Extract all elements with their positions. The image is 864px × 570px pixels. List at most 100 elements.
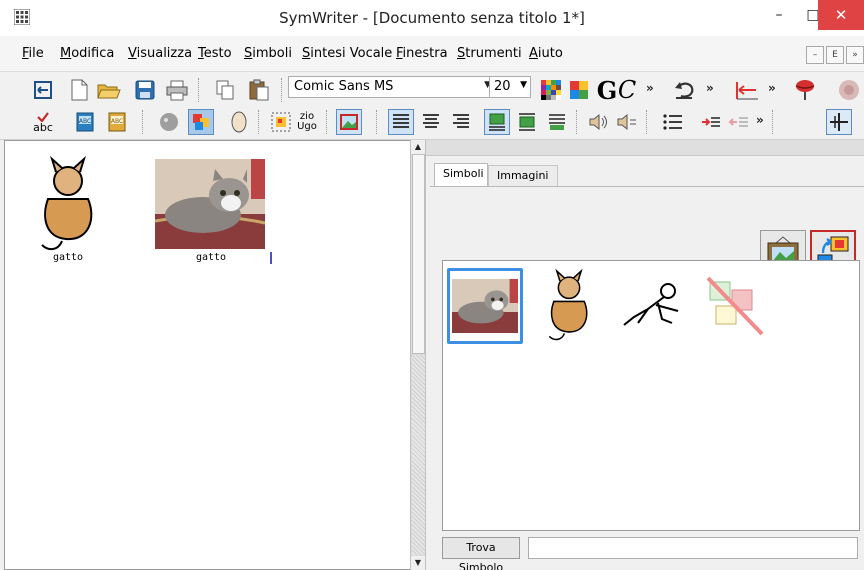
mdi-minimize-button[interactable]: – xyxy=(806,46,824,64)
toolbar-more-button[interactable]: » xyxy=(768,81,776,95)
checkmark-icon xyxy=(37,111,49,122)
symbol-above-icon[interactable] xyxy=(484,109,510,135)
tab-immagini[interactable]: Immagini xyxy=(488,165,558,187)
text-caret xyxy=(270,252,272,264)
align-left-icon[interactable] xyxy=(388,109,414,135)
menu-strumenti[interactable]: Strumenti xyxy=(457,46,522,61)
toolbar-separator xyxy=(646,110,647,134)
italic-button[interactable]: C xyxy=(614,76,640,104)
grey-head-icon[interactable] xyxy=(156,109,182,135)
document-scrollbar[interactable]: ▲ ▼ xyxy=(410,140,426,570)
align-right-icon[interactable] xyxy=(448,109,474,135)
spell-check-label: abc xyxy=(33,120,53,134)
toolbar-separator xyxy=(142,110,143,134)
symbol-choice-crawl[interactable] xyxy=(613,268,689,344)
main-toolbar: Comic Sans MS ▼ 20 ▼ G C » » » xyxy=(0,72,864,108)
scroll-up-icon[interactable]: ▲ xyxy=(411,140,425,154)
symbol-choice-cat[interactable] xyxy=(531,268,607,344)
symbol-colour-toggle-icon[interactable] xyxy=(188,109,214,135)
align-center-icon[interactable] xyxy=(418,109,444,135)
no-picture-icon xyxy=(706,276,764,336)
svg-text:ABC: ABC xyxy=(79,118,91,125)
menu-sintesi-vocale[interactable]: Sintesi Vocale xyxy=(302,46,392,61)
close-button[interactable]: ✕ xyxy=(818,0,864,30)
speaker-settings-icon[interactable] xyxy=(614,109,640,135)
picture-frame-icon[interactable] xyxy=(336,109,362,135)
speak-lips-icon[interactable] xyxy=(792,77,818,103)
symbol-choices-list[interactable] xyxy=(442,260,860,531)
oval-frame-icon[interactable] xyxy=(226,109,252,135)
speak-disabled-icon[interactable] xyxy=(836,77,862,103)
window-title: SymWriter - [Documento senza titolo 1*] xyxy=(279,9,585,27)
find-symbol-button[interactable]: Trova Simbolo xyxy=(442,537,520,570)
spell-check-button[interactable]: abc xyxy=(30,109,56,135)
decrease-indent-icon[interactable] xyxy=(726,109,752,135)
toolbar-separator xyxy=(258,110,259,134)
toolbar-separator xyxy=(376,110,377,134)
document-canvas[interactable]: gatto gatto xyxy=(4,140,410,570)
menu-modifica[interactable]: Modifica xyxy=(60,46,114,61)
cat-symbol-icon xyxy=(41,155,93,251)
symbol-lines-icon[interactable] xyxy=(544,109,570,135)
panel-header-strip xyxy=(426,140,864,156)
doc-word-label: gatto xyxy=(52,252,84,263)
exit-icon[interactable] xyxy=(30,77,56,103)
minimize-button[interactable]: – xyxy=(762,0,796,30)
crosshair-grid-icon[interactable] xyxy=(826,109,852,135)
title-bar: SymWriter - [Documento senza titolo 1*] … xyxy=(0,0,864,36)
bullet-list-icon[interactable] xyxy=(660,109,686,135)
mdi-controls: – Ε » xyxy=(806,46,864,64)
menu-file[interactable]: File xyxy=(22,46,44,61)
menu-simboli[interactable]: Simboli xyxy=(244,46,292,61)
symbol-below-icon[interactable] xyxy=(514,109,540,135)
toolbar-separator xyxy=(198,78,199,102)
toolbar-more-button[interactable]: » xyxy=(706,81,714,95)
menu-finestra[interactable]: Finestra xyxy=(396,46,448,61)
scroll-track[interactable] xyxy=(412,355,425,555)
cat-symbol-icon xyxy=(548,268,588,341)
color-palette-icon[interactable] xyxy=(538,77,564,103)
font-size-select[interactable]: 20 ▼ xyxy=(489,76,531,98)
copy-icon[interactable] xyxy=(212,77,238,103)
toolbar-separator xyxy=(281,78,282,102)
save-icon[interactable] xyxy=(132,77,158,103)
toolbar-more-button[interactable]: » xyxy=(756,113,764,127)
find-symbol-input[interactable] xyxy=(528,537,858,559)
format-toolbar: abc ABC ABC zio Ugo » xyxy=(0,104,864,140)
cat-photo-icon xyxy=(452,279,518,333)
abc-book-blue-icon[interactable]: ABC xyxy=(72,109,98,135)
symbol-color-icon[interactable] xyxy=(566,77,592,103)
toolbar-separator xyxy=(772,110,773,134)
scroll-thumb[interactable] xyxy=(412,154,425,354)
mdi-more-button[interactable]: » xyxy=(846,46,864,64)
chevron-down-icon: ▼ xyxy=(520,80,527,90)
menu-aiuto[interactable]: Aiuto xyxy=(529,46,563,61)
toolbar-separator xyxy=(576,110,577,134)
dashed-frame-icon[interactable] xyxy=(268,109,294,135)
speaker-icon[interactable] xyxy=(586,109,612,135)
open-folder-icon[interactable] xyxy=(96,77,122,103)
toolbar-more-button[interactable]: » xyxy=(646,81,654,95)
doc-word-label: gatto xyxy=(195,252,227,263)
tab-simboli[interactable]: Simboli xyxy=(434,163,488,187)
increase-indent-icon[interactable] xyxy=(698,109,724,135)
doc-photo-cat[interactable] xyxy=(155,159,265,249)
abc-book-yellow-icon[interactable]: ABC xyxy=(104,109,130,135)
symbol-choice-no-picture[interactable] xyxy=(697,268,773,344)
font-name-select[interactable]: Comic Sans MS ▼ xyxy=(288,76,496,98)
font-size-value: 20 xyxy=(494,79,511,94)
doc-symbol-cat[interactable] xyxy=(38,155,98,255)
crawling-person-icon xyxy=(623,283,679,326)
undo-icon[interactable] xyxy=(672,77,698,103)
new-document-icon[interactable] xyxy=(66,77,92,103)
menu-testo[interactable]: Testo xyxy=(198,46,232,61)
print-icon[interactable] xyxy=(164,77,190,103)
paste-icon[interactable] xyxy=(246,77,272,103)
mdi-restore-button[interactable]: Ε xyxy=(826,46,844,64)
symbol-panel: Simboli Immagini Trova Simbolo xyxy=(426,140,864,570)
symbol-choice-photo[interactable] xyxy=(447,268,523,344)
scroll-down-icon[interactable]: ▼ xyxy=(411,556,425,570)
menu-visualizza[interactable]: Visualizza xyxy=(128,46,192,61)
menu-bar: File Modifica Visualizza Testo Simboli S… xyxy=(0,36,864,72)
indent-left-icon[interactable] xyxy=(734,77,760,103)
